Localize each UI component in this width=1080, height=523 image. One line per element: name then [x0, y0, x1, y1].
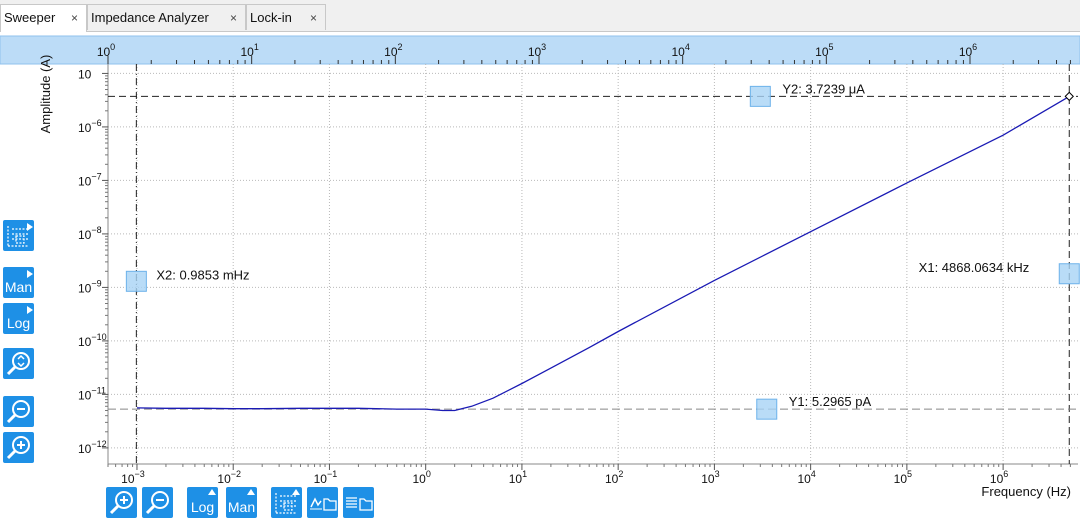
x-tick-label: 10−2: [217, 469, 241, 486]
x-tick-label: 103: [701, 469, 719, 486]
tab-label: Lock-in: [250, 10, 292, 25]
x-tick-label: 105: [894, 469, 912, 486]
x-tick-label: 101: [509, 469, 527, 486]
cursor-x2-handle[interactable]: [125, 270, 147, 292]
y-axis-label: Amplitude (A): [38, 55, 53, 134]
x-tick-label: 100: [412, 469, 430, 486]
tab-label: Impedance Analyzer: [91, 10, 209, 25]
cursor-x2-label: X2: 0.9853 mHz: [156, 267, 249, 282]
cursor-y1-handle[interactable]: [756, 398, 778, 420]
x-axis-label: Frequency (Hz): [981, 484, 1071, 499]
tab-lock-in[interactable]: Lock-in ×: [246, 4, 326, 30]
trace-end-marker[interactable]: [1064, 91, 1074, 102]
tab-sweeper[interactable]: Sweeper ×: [0, 4, 87, 32]
close-icon[interactable]: ×: [310, 5, 317, 31]
tab-label: Sweeper: [4, 10, 56, 25]
x-tick-label: 10−1: [314, 469, 338, 486]
series-line: [136, 95, 1070, 412]
x-tick-label: 10−3: [121, 469, 145, 486]
cursor-y2-label: Y2: 3.7239 μA: [782, 81, 865, 96]
y-tick-label: 10−6: [78, 118, 102, 135]
cursor-x1-label: X1: 4868.0634 kHz: [919, 260, 1030, 275]
x-tick-label: 102: [605, 469, 623, 486]
x-tick-label: 104: [797, 469, 815, 486]
y-tick-label: 10−11: [78, 385, 106, 402]
close-icon[interactable]: ×: [230, 5, 237, 31]
cursors[interactable]: X1: 4868.0634 kHz X2: 0.9853 mHz Y1: 5.296…: [108, 64, 1080, 464]
y-tick-label: 10−7: [78, 171, 102, 188]
cursor-y2-handle[interactable]: [749, 85, 771, 107]
y-tick-label: 10−9: [78, 278, 102, 295]
y-tick-label: 10: [78, 67, 92, 81]
cursor-x1-handle[interactable]: [1058, 263, 1080, 285]
tab-bar: Sweeper × Impedance Analyzer × Lock-in ×: [0, 0, 1080, 32]
y-tick-label: 10−8: [78, 225, 102, 242]
sweeper-chart[interactable]: 10−3 10−2 10−1 100 101 102 103 104 105 1061010−61…: [0, 32, 1080, 517]
y-tick-label: 10−12: [78, 439, 107, 456]
close-icon[interactable]: ×: [71, 5, 78, 31]
tab-impedance-analyzer[interactable]: Impedance Analyzer ×: [87, 4, 246, 30]
y-tick-label: 10−10: [78, 332, 107, 349]
cursor-y1-label: Y1: 5.2965 pA: [789, 394, 872, 409]
